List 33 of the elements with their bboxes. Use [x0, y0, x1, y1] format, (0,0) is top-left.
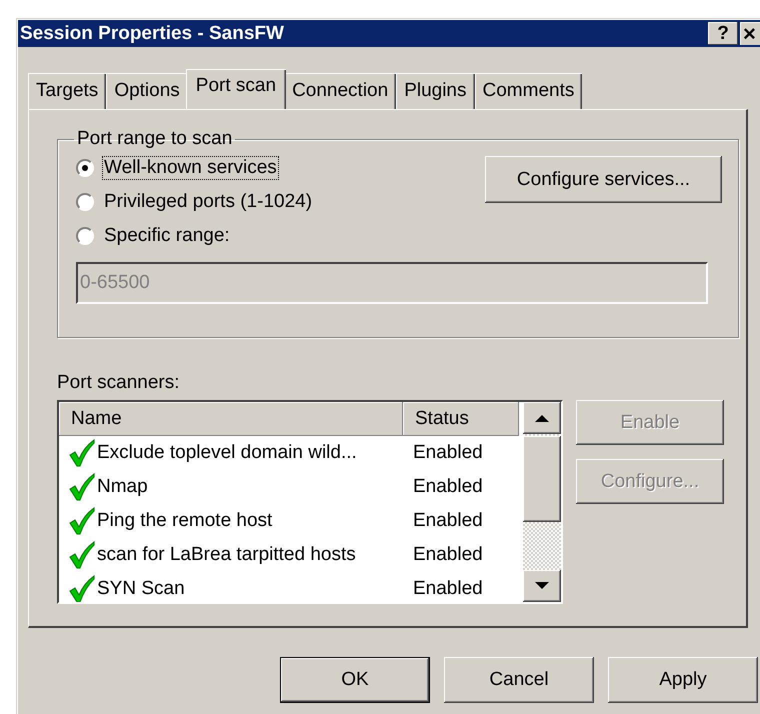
tab[interactable]: Plugins: [396, 73, 475, 109]
status-text: Enabled: [412, 578, 483, 600]
tab[interactable]: Targets: [28, 73, 106, 109]
close-button[interactable]: ×: [740, 22, 760, 45]
list-item[interactable]: Ping the remote host: [97, 510, 272, 532]
dialog-button[interactable]: Apply: [608, 657, 758, 703]
status-text: Enabled: [412, 544, 483, 566]
radio-option[interactable]: Privileged ports (1-1024): [76, 190, 314, 214]
status-text: Enabled: [412, 476, 483, 498]
tab[interactable]: Port scan: [186, 69, 286, 109]
up-arrow-icon[interactable]: [535, 414, 549, 422]
down-arrow-icon[interactable]: [535, 582, 549, 590]
tab[interactable]: Options: [106, 73, 188, 109]
list-item[interactable]: Exclude toplevel domain wild...: [97, 442, 357, 464]
status-text: Enabled: [412, 510, 483, 532]
tab[interactable]: Comments: [474, 73, 582, 109]
group-title: Port range to scan: [76, 128, 234, 150]
configure-services-button[interactable]: Configure services...: [485, 156, 722, 203]
dialog-button[interactable]: OK: [280, 657, 430, 703]
column-header[interactable]: Status: [403, 402, 519, 436]
port-scanners-label: Port scanners:: [57, 372, 180, 394]
list-item[interactable]: scan for LaBrea tarpitted hosts: [97, 544, 356, 566]
list-item[interactable]: SYN Scan: [97, 578, 185, 600]
dialog-button[interactable]: Cancel: [444, 657, 594, 703]
column-header[interactable]: Name: [59, 402, 403, 436]
radio-option[interactable]: Specific range:: [76, 224, 314, 248]
status-text: Enabled: [412, 442, 483, 464]
help-button[interactable]: ?: [708, 22, 738, 45]
window-title: Session Properties - SansFW: [20, 22, 285, 44]
scroll-thumb[interactable]: [523, 436, 561, 522]
tab[interactable]: Connection: [284, 73, 396, 109]
list-item[interactable]: Nmap: [97, 476, 148, 498]
scrollbar[interactable]: [523, 402, 561, 602]
